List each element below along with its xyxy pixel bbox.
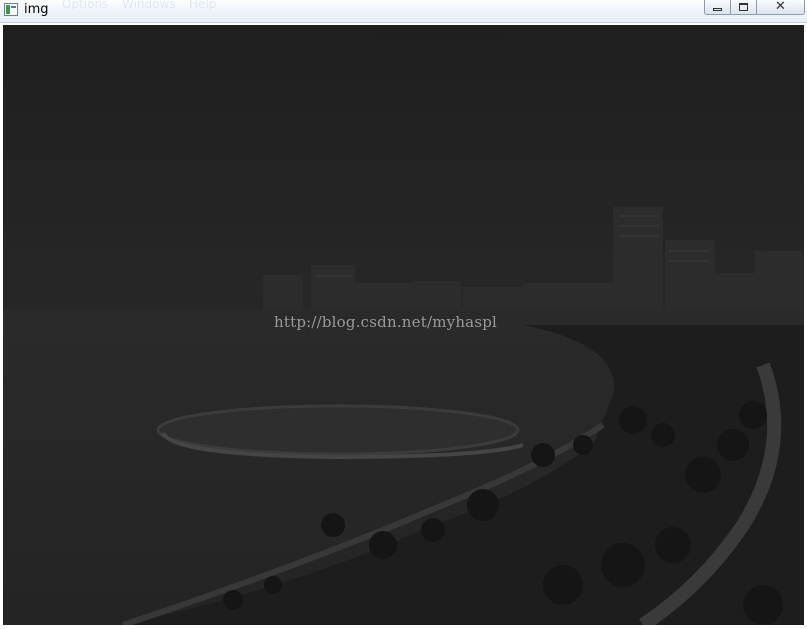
menu-ghost-help: Help [189,0,217,11]
watermark-text: http://blog.csdn.net/myhaspl [274,313,498,331]
window-titlebar[interactable]: img Options Windows Help ✕ [0,0,807,23]
window-title: img [24,2,49,17]
minimize-icon [713,8,722,11]
window-bottom-border [0,625,807,629]
maximize-icon [739,3,748,11]
image-canvas: http://blog.csdn.net/myhaspl [3,25,804,625]
app-icon [4,3,18,16]
close-icon: ✕ [775,0,786,14]
menu-ghost-options: Options [62,0,109,11]
close-button[interactable]: ✕ [756,0,805,15]
minimize-button[interactable] [704,0,731,15]
menu-ghost-windows: Windows [122,0,176,11]
maximize-button[interactable] [730,0,757,15]
